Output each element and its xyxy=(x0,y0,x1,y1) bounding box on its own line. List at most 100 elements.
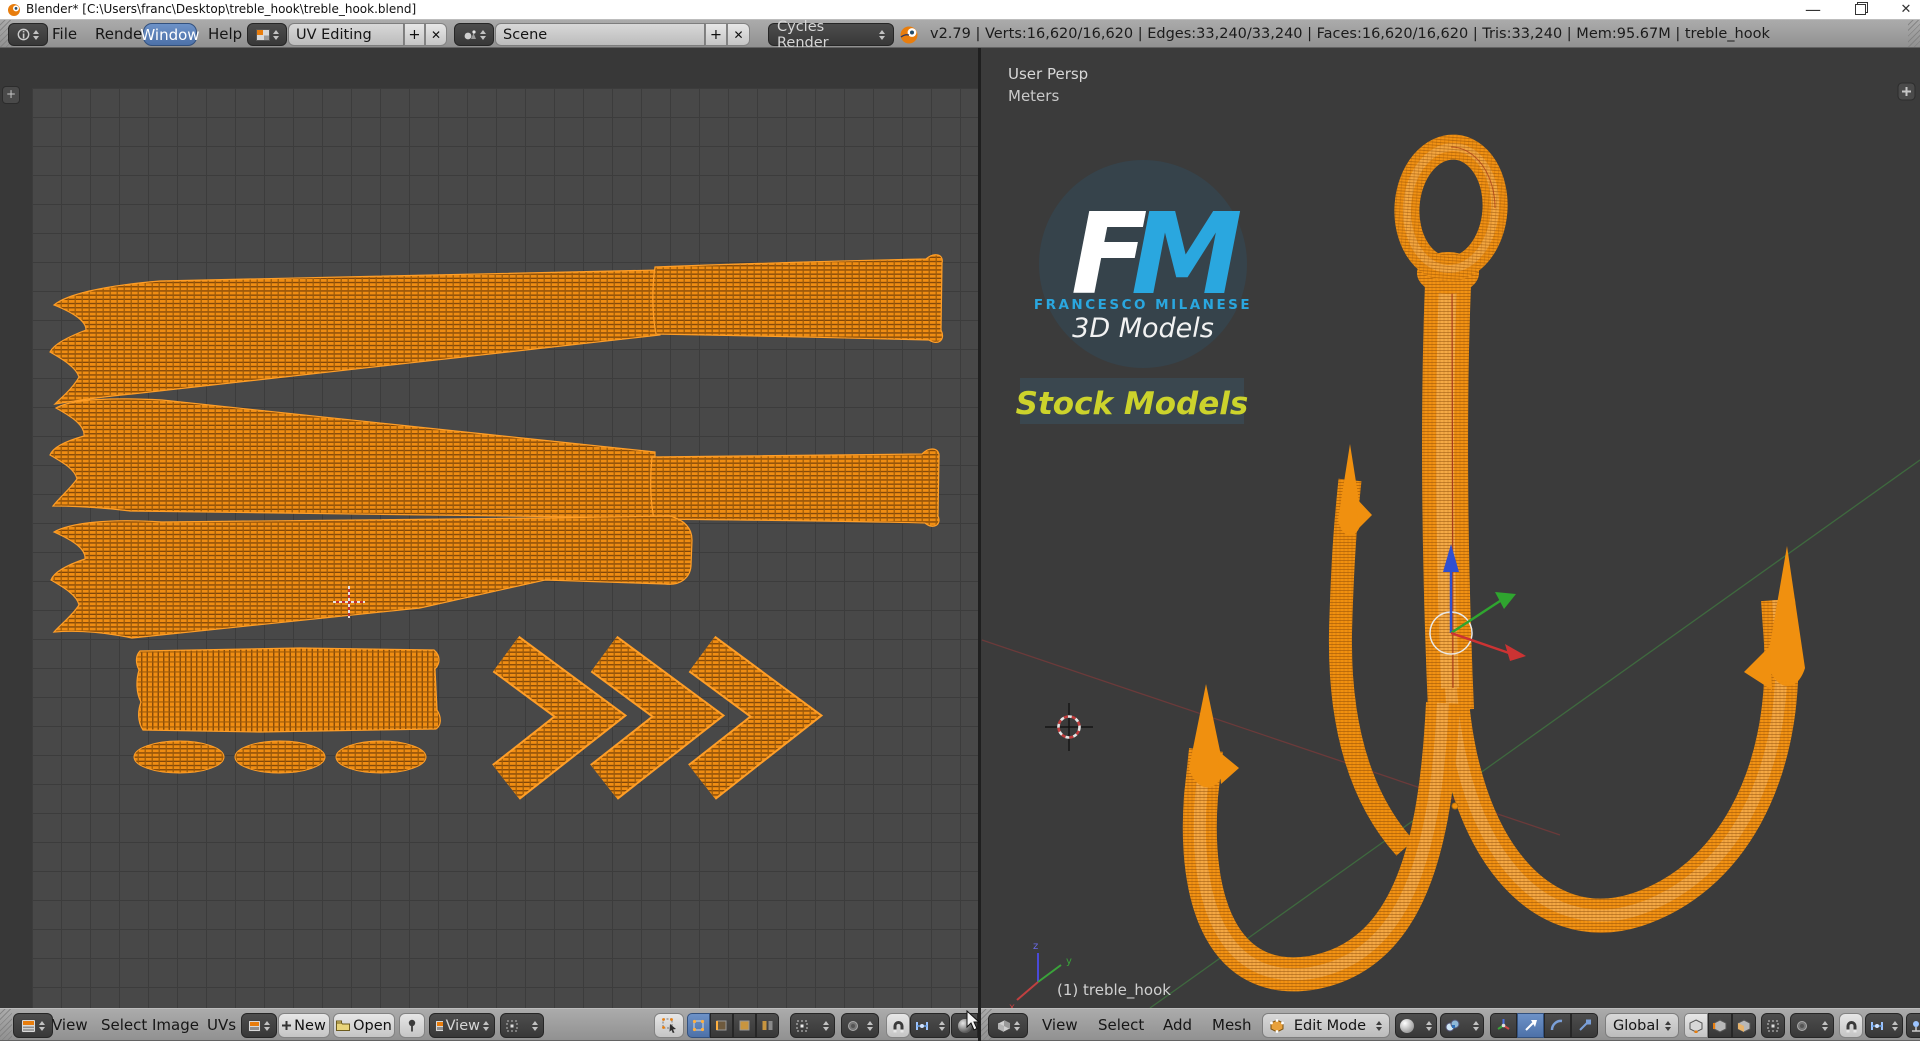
vp-snap-toggle-button[interactable] xyxy=(1839,1013,1863,1038)
face-cube-icon xyxy=(1737,1018,1751,1033)
pin-button[interactable] xyxy=(399,1013,425,1038)
opengl-render-button[interactable] xyxy=(1906,1013,1920,1038)
edit-mode-icon xyxy=(1270,1018,1284,1033)
uv-island-strip1-band[interactable] xyxy=(652,254,944,343)
scene-close-button[interactable]: ✕ xyxy=(727,23,750,46)
viewport-3d-area[interactable]: F M FRANCESCO MILANESE 3D Models Stock M… xyxy=(981,48,1920,1008)
uv-select-mode-face[interactable] xyxy=(733,1013,756,1038)
uv-island-ellipse2[interactable] xyxy=(234,740,326,774)
editor-type-button-uv[interactable] xyxy=(13,1013,53,1038)
snap-increment-icon xyxy=(1871,1021,1883,1030)
scene-browse-button[interactable] xyxy=(454,23,494,46)
vertex-mode-icon xyxy=(692,1019,705,1032)
render-engine-value: Cycles Render xyxy=(777,18,829,51)
uv-menu-view[interactable]: View xyxy=(52,1009,88,1040)
image-datablock-button[interactable] xyxy=(241,1013,277,1038)
uv-menu-select[interactable]: Select xyxy=(101,1009,147,1040)
uv-island-ellipse3[interactable] xyxy=(335,740,427,774)
minimize-button[interactable]: — xyxy=(1796,0,1830,19)
uv-menu-image[interactable]: Image xyxy=(152,1009,199,1040)
pivot-point-dropdown[interactable] xyxy=(1440,1013,1484,1038)
menu-file[interactable]: File xyxy=(52,20,77,47)
snap-increment-icon xyxy=(916,1021,928,1030)
pivot-point-icon xyxy=(1445,1019,1460,1032)
manipulator-rotate-button[interactable] xyxy=(1544,1013,1571,1038)
chevron-updown-icon xyxy=(532,1020,538,1032)
chevron-updown-icon xyxy=(1426,1020,1432,1032)
screen-layout-button[interactable] xyxy=(247,23,287,46)
manipulator-scale-button[interactable] xyxy=(1571,1013,1598,1038)
world-y-axis-line xyxy=(1149,459,1920,1008)
editor-type-button-info[interactable] xyxy=(8,23,48,46)
proportional-edit-dropdown[interactable] xyxy=(841,1013,879,1038)
viewport-3d-cursor[interactable] xyxy=(1045,703,1093,751)
vp-menu-view[interactable]: View xyxy=(1042,1009,1078,1040)
uv-select-mode-vertex[interactable] xyxy=(687,1013,710,1038)
vp-menu-select[interactable]: Select xyxy=(1098,1009,1144,1040)
corner-grip[interactable] xyxy=(0,1009,12,1040)
vp-menu-mesh[interactable]: Mesh xyxy=(1212,1009,1252,1040)
chevron-updown-icon xyxy=(879,29,885,41)
render-camera-icon xyxy=(1912,1020,1920,1032)
uv-island-chevrons[interactable] xyxy=(492,635,824,800)
image-icon xyxy=(248,1019,261,1032)
uv-display-dropdown[interactable]: View xyxy=(429,1013,495,1038)
uv-island-strip1-body[interactable] xyxy=(49,269,661,405)
uv-menu-uvs[interactable]: UVs xyxy=(207,1009,236,1040)
mesh-select-edge-button[interactable] xyxy=(1708,1013,1732,1038)
window-title-bar: Blender* [C:\Users\franc\Desktop\treble_… xyxy=(0,0,1920,19)
face-mode-icon xyxy=(739,1020,750,1031)
uv-sync-select-toggle[interactable] xyxy=(654,1013,684,1038)
open-button-label: Open xyxy=(353,1017,392,1034)
uv-editor-area[interactable]: + xyxy=(0,48,978,1008)
shading-sphere-icon xyxy=(1400,1018,1414,1033)
chevron-updown-icon xyxy=(1892,1020,1898,1032)
uv-select-mode-island[interactable] xyxy=(756,1013,779,1038)
manipulator-toggle-button[interactable] xyxy=(1490,1013,1517,1038)
scene-icon xyxy=(464,29,476,39)
maximize-button[interactable] xyxy=(1843,0,1877,19)
image-open-button[interactable]: Open xyxy=(333,1013,395,1038)
uv-island-strip3[interactable] xyxy=(50,515,693,639)
viewport-shading-dropdown[interactable] xyxy=(1395,1013,1437,1038)
uv-select-mode-edge[interactable] xyxy=(710,1013,733,1038)
snap-toggle-button[interactable] xyxy=(886,1013,910,1038)
limit-to-visible-button[interactable] xyxy=(1761,1013,1785,1038)
vp-proportional-edit-dropdown[interactable] xyxy=(1790,1013,1834,1038)
scene-field[interactable]: Scene xyxy=(495,23,705,46)
mode-dropdown[interactable]: Edit Mode xyxy=(1262,1013,1390,1038)
orientation-dropdown[interactable]: Global xyxy=(1605,1013,1679,1038)
plus-icon xyxy=(282,1021,292,1030)
uv-island-strip2-band[interactable] xyxy=(650,448,940,527)
workspace-add-button[interactable]: + xyxy=(404,23,425,46)
uv-pivot-dropdown[interactable] xyxy=(500,1013,544,1038)
uv-island-strip2-body[interactable] xyxy=(49,398,656,519)
magnet-icon xyxy=(1846,1020,1856,1032)
mesh-select-vertex-button[interactable] xyxy=(1684,1013,1708,1038)
editor-type-button-3d[interactable] xyxy=(988,1013,1028,1038)
folder-icon xyxy=(336,1020,351,1031)
chevron-updown-icon xyxy=(33,29,39,41)
workspace-field[interactable]: UV Editing xyxy=(288,23,404,46)
region-expand-button[interactable] xyxy=(1897,82,1916,101)
vp-snap-element-dropdown[interactable] xyxy=(1865,1013,1903,1038)
scene-add-button[interactable]: + xyxy=(705,23,727,46)
blender-app-icon xyxy=(8,4,20,16)
corner-grip[interactable] xyxy=(1908,20,1920,47)
uv-island-ellipse1[interactable] xyxy=(133,740,225,774)
menu-window-active[interactable]: Window xyxy=(140,23,200,46)
manipulator-translate-button[interactable] xyxy=(1517,1013,1544,1038)
render-engine-dropdown[interactable]: Cycles Render xyxy=(768,19,894,51)
sticky-select-dropdown[interactable] xyxy=(790,1013,835,1038)
scene-statistics: v2.79 | Verts:16,620/16,620 | Edges:33,2… xyxy=(930,25,1770,42)
close-button[interactable]: ✕ xyxy=(1889,0,1920,19)
mesh-select-face-button[interactable] xyxy=(1732,1013,1756,1038)
image-new-button[interactable]: New xyxy=(278,1013,330,1038)
snap-element-dropdown[interactable] xyxy=(910,1013,950,1038)
workspace-close-button[interactable]: ✕ xyxy=(425,23,447,46)
uv-island-rect[interactable] xyxy=(135,647,441,733)
vp-menu-add[interactable]: Add xyxy=(1163,1009,1192,1040)
treble-hook-model[interactable] xyxy=(1182,134,1805,992)
maximize-icon xyxy=(1854,4,1866,15)
menu-help[interactable]: Help xyxy=(208,20,242,47)
